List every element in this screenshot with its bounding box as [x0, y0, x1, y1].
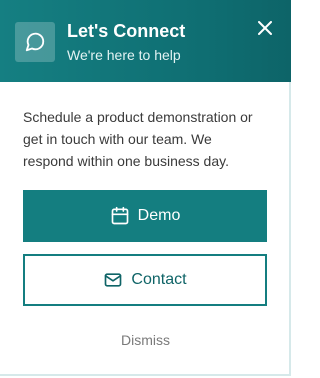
connect-widget: Let's Connect We're here to help Schedul…	[0, 0, 291, 376]
demo-button[interactable]: Demo	[23, 190, 267, 242]
contact-button[interactable]: Contact	[23, 254, 267, 306]
chat-bubble-icon	[15, 22, 55, 62]
widget-subtitle: We're here to help	[67, 47, 181, 63]
close-icon	[258, 21, 272, 35]
demo-button-label: Demo	[137, 207, 181, 224]
widget-message: Schedule a product demonstration or get …	[23, 109, 253, 169]
close-button[interactable]	[255, 18, 275, 38]
widget-title: Let's Connect	[67, 21, 186, 41]
dismiss-link[interactable]: Dismiss	[0, 330, 291, 350]
mail-icon	[103, 270, 123, 290]
widget-header: Let's Connect We're here to help	[0, 0, 291, 82]
calendar-icon	[110, 206, 130, 226]
contact-button-label: Contact	[131, 271, 187, 288]
